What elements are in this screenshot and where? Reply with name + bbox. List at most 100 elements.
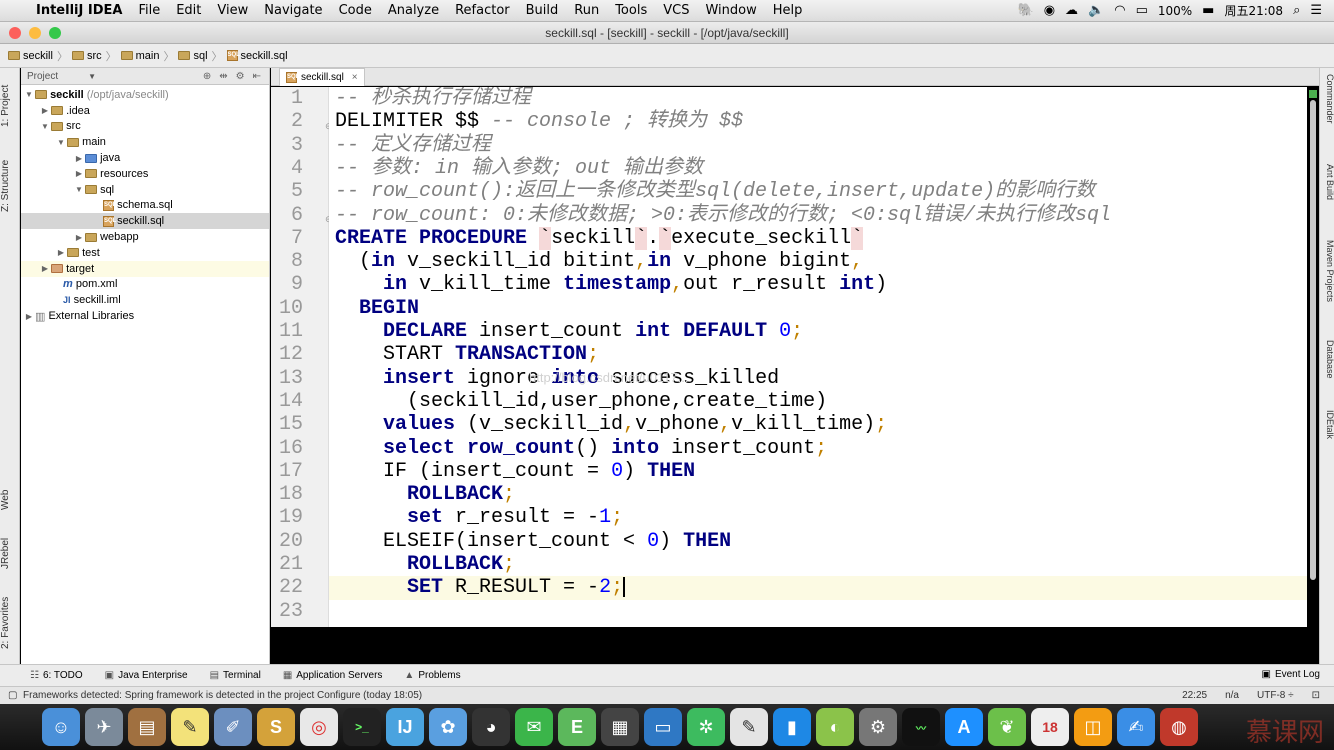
tab-web[interactable]: Web	[0, 480, 20, 520]
calculator-icon[interactable]: ▦	[601, 708, 639, 746]
sublime-text-icon[interactable]: S	[257, 708, 295, 746]
java-enterprise-button[interactable]: ▣ Java Enterprise	[105, 670, 188, 681]
lock-icon[interactable]: ⊡	[1312, 690, 1320, 701]
volume-icon[interactable]: 🔈	[1088, 3, 1104, 18]
tree-node-resources[interactable]: ▶ resources	[21, 166, 269, 182]
scrolls-icon[interactable]: ◍	[1160, 708, 1198, 746]
battery-icon[interactable]: ▬	[1202, 3, 1214, 18]
flag-icon[interactable]: ▭	[1136, 3, 1148, 18]
numbers-icon[interactable]: ▮	[773, 708, 811, 746]
evernote-app-icon[interactable]: E	[558, 708, 596, 746]
preview-icon[interactable]: ✐	[214, 708, 252, 746]
menu-run[interactable]: Run	[574, 3, 599, 18]
file-encoding[interactable]: UTF-8 ÷	[1257, 690, 1294, 701]
tree-node-java[interactable]: ▶ java	[21, 150, 269, 166]
terminal-button[interactable]: ▤ Terminal	[210, 670, 261, 681]
menu-tools[interactable]: Tools	[615, 3, 647, 18]
minimize-window-button[interactable]	[29, 27, 41, 39]
application-servers-button[interactable]: ▦ Application Servers	[283, 670, 383, 681]
breadcrumb-seckill[interactable]: seckill	[8, 50, 53, 62]
event-log-button[interactable]: ▣ Event Log	[1262, 669, 1321, 680]
notification-list-icon[interactable]: ☰	[1310, 3, 1322, 18]
tab-structure[interactable]: Z: Structure	[0, 148, 20, 224]
system-preferences-icon[interactable]: ⚙	[859, 708, 897, 746]
menu-window[interactable]: Window	[705, 3, 756, 18]
collapse-arrow-icon[interactable]: ▶	[73, 233, 85, 242]
tree-node-sql[interactable]: ▼ sql	[21, 182, 269, 198]
utility-icon[interactable]: ✿	[429, 708, 467, 746]
tree-node-main[interactable]: ▼ main	[21, 134, 269, 150]
tab-favorites[interactable]: 2: Favorites	[0, 588, 20, 658]
xmind-icon[interactable]: ✲	[687, 708, 725, 746]
chrome-icon[interactable]: ◎	[300, 708, 338, 746]
zoom-window-button[interactable]	[49, 27, 61, 39]
tree-node-root[interactable]: ▼ seckill (/opt/java/seckill)	[21, 87, 269, 103]
tree-node-idea[interactable]: ▶ .idea	[21, 103, 269, 119]
menu-help[interactable]: Help	[773, 3, 803, 18]
caret-position[interactable]: 22:25	[1182, 690, 1207, 701]
menu-analyze[interactable]: Analyze	[388, 3, 439, 18]
line-separator[interactable]: n/a	[1225, 690, 1239, 701]
tab-ant-build[interactable]: Ant Build	[1321, 164, 1334, 224]
hide-panel-icon[interactable]: ⇤	[253, 71, 261, 82]
collapse-arrow-icon[interactable]: ▶	[55, 248, 67, 257]
menu-build[interactable]: Build	[526, 3, 559, 18]
close-window-button[interactable]	[9, 27, 21, 39]
clock[interactable]: 周五21:08	[1224, 2, 1283, 19]
collapse-arrow-icon[interactable]: ▶	[73, 154, 85, 163]
qq-icon[interactable]: ◕	[472, 708, 510, 746]
inspection-status-icon[interactable]	[1309, 90, 1317, 98]
battery-percent[interactable]: 100%	[1158, 4, 1192, 18]
tree-node-pom[interactable]: m pom.xml	[21, 277, 269, 293]
collapse-arrow-icon[interactable]: ▶	[73, 169, 85, 178]
tree-node-target[interactable]: ▶ target	[21, 260, 269, 277]
evernote-icon[interactable]: 🐘	[1018, 3, 1034, 18]
leaf-app-icon[interactable]: ❦	[988, 708, 1026, 746]
tree-node-seckill-sql[interactable]: SQL seckill.sql	[21, 213, 269, 230]
status-message[interactable]: Frameworks detected: Spring framework is…	[23, 690, 422, 701]
tab-maven-projects[interactable]: Maven Projects	[1321, 240, 1334, 330]
app-store-icon[interactable]: A	[945, 708, 983, 746]
tab-jrebel[interactable]: JRebel	[0, 528, 20, 578]
breadcrumb-main[interactable]: main	[120, 50, 159, 62]
wechat-icon[interactable]: ✉	[515, 708, 553, 746]
collapse-arrow-icon[interactable]: ▶	[39, 264, 51, 273]
menu-edit[interactable]: Edit	[176, 3, 201, 18]
finder-icon[interactable]: ☺	[42, 708, 80, 746]
status-frame-icon[interactable]: ▢	[8, 690, 17, 701]
app-menu[interactable]: IntelliJ IDEA	[36, 3, 122, 18]
breadcrumb-seckill-sql[interactable]: SQL seckill.sql	[226, 50, 288, 62]
spotlight-search-icon[interactable]: ⌕	[1293, 3, 1300, 18]
expand-arrow-icon[interactable]: ▼	[39, 122, 51, 131]
expand-arrow-icon[interactable]: ▼	[23, 90, 35, 99]
menu-navigate[interactable]: Navigate	[264, 3, 322, 18]
record-icon[interactable]: ◉	[1044, 3, 1055, 18]
collapse-arrow-icon[interactable]: ▶	[39, 106, 51, 115]
tree-node-schema-sql[interactable]: SQL schema.sql	[21, 198, 269, 214]
edit-app-icon[interactable]: ✍	[1117, 708, 1155, 746]
tree-node-iml[interactable]: JI seckill.iml	[21, 292, 269, 308]
tab-project[interactable]: 1: Project	[0, 74, 20, 138]
intellij-idea-icon[interactable]: IJ	[386, 708, 424, 746]
breadcrumb-sql[interactable]: sql	[178, 50, 208, 62]
pdf-expert-icon[interactable]: ◐	[816, 708, 854, 746]
breadcrumb-src[interactable]: src	[71, 50, 102, 62]
menu-code[interactable]: Code	[339, 3, 372, 18]
notes-book-icon[interactable]: ▤	[128, 708, 166, 746]
launchpad-icon[interactable]: ✈	[85, 708, 123, 746]
close-tab-icon[interactable]: ×	[352, 72, 358, 83]
expand-arrow-icon[interactable]: ▼	[55, 138, 67, 147]
editor-gutter[interactable]: 1 2 3 4 5 6 7 8 9 10 11 12 13 14 15 16 1…	[271, 87, 329, 627]
collapse-all-icon[interactable]: ⇹	[219, 71, 227, 82]
expand-arrow-icon[interactable]: ▼	[73, 185, 85, 194]
todo-button[interactable]: ☷ 6: TODO	[30, 670, 83, 681]
menu-file[interactable]: File	[138, 3, 160, 18]
keynote-icon[interactable]: ▭	[644, 708, 682, 746]
problems-button[interactable]: ▲ Problems	[404, 670, 460, 681]
activity-monitor-icon[interactable]: 〰	[902, 708, 940, 746]
textedit-icon[interactable]: ✎	[730, 708, 768, 746]
collapse-arrow-icon[interactable]: ▶	[23, 312, 35, 321]
tree-node-src[interactable]: ▼ src	[21, 119, 269, 135]
tab-idetalk[interactable]: IDEtalk	[1321, 410, 1334, 470]
stickies-icon[interactable]: ✎	[171, 708, 209, 746]
